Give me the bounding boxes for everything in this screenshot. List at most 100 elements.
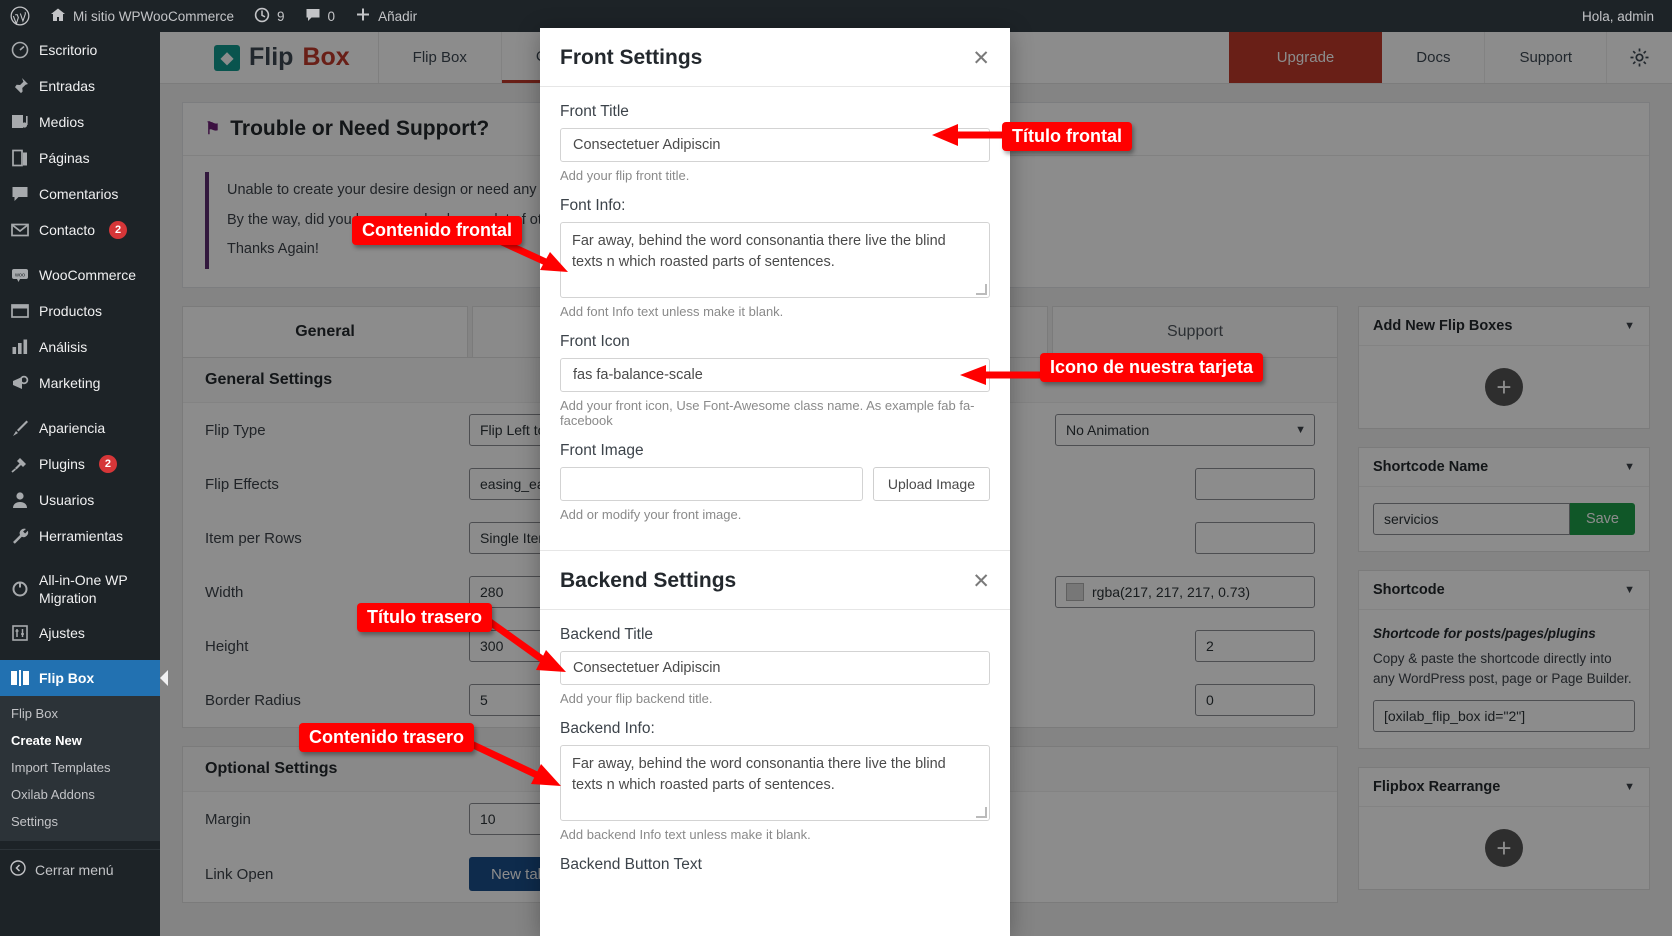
collapse-menu-label: Cerrar menú	[35, 861, 114, 878]
sidebar-item-label: Páginas	[39, 149, 90, 166]
sidebar-item-ajustes[interactable]: Ajustes	[0, 615, 160, 651]
sidebar-item-flip-box[interactable]: Flip Box	[0, 660, 168, 697]
sidebar-item-label: Herramientas	[39, 527, 124, 544]
sidebar-item-herramientas[interactable]: Herramientas	[0, 518, 160, 554]
comment-icon	[10, 184, 30, 204]
backend-info-textarea[interactable]: Far away, behind the word consonantia th…	[560, 745, 990, 821]
site-name-label: Mi sitio WPWooCommerce	[73, 8, 235, 24]
annotation-front-icon-label: Icono de nuestra tarjeta	[1040, 353, 1264, 382]
woo-icon: woo	[10, 265, 30, 285]
greeting-label: Hola, admin	[1581, 8, 1654, 24]
sidebar-item-contacto[interactable]: Contacto 2	[0, 212, 160, 248]
sidebar-item-escritorio[interactable]: Escritorio	[0, 32, 160, 68]
sidebar-item-label: All-in-One WP Migration	[39, 572, 128, 607]
sidebar-item-plugins[interactable]: Plugins 2	[0, 446, 160, 482]
front-title-help: Add your flip front title.	[560, 168, 690, 183]
brush-icon	[10, 418, 30, 438]
front-icon-label: Front Icon	[560, 333, 630, 350]
sidebar-item-apariencia[interactable]: Apariencia	[0, 410, 160, 446]
front-image-row: Upload Image	[560, 467, 990, 501]
wordpress-logo-button[interactable]	[0, 0, 40, 32]
submenu-item-create-new[interactable]: Create New	[0, 727, 160, 754]
annotation-front-title: Título frontal	[1002, 122, 1132, 151]
annotation-backend-content: Contenido trasero	[299, 723, 475, 752]
collapse-arrow-icon	[10, 860, 26, 879]
screen-root: Mi sitio WPWooCommerce 9 0 Añadir Hola, …	[0, 0, 1672, 936]
annotation-front-content: Contenido frontal	[352, 216, 522, 245]
account-menu[interactable]: Hola, admin	[1582, 9, 1672, 24]
site-name-button[interactable]: Mi sitio WPWooCommerce	[40, 0, 244, 32]
sidebar-separator	[0, 401, 160, 410]
sidebar-item-p-ginas[interactable]: Páginas	[0, 140, 160, 176]
user-icon	[10, 490, 30, 510]
sidebar-item-label: Ajustes	[39, 625, 85, 642]
submenu-item-flip-box[interactable]: Flip Box	[0, 700, 160, 727]
close-icon[interactable]: ✕	[972, 48, 990, 69]
front-image-input[interactable]	[560, 467, 863, 501]
sidebar-item-label: WooCommerce	[39, 266, 136, 283]
sidebar-item-label: Análisis	[39, 338, 88, 355]
admin-sidebar: Escritorio Entradas Medios Páginas Comentari…	[0, 32, 168, 936]
sidebar-item-usuarios[interactable]: Usuarios	[0, 482, 160, 518]
backend-info-help: Add backend Info text unless make it bla…	[560, 827, 811, 842]
updates-button[interactable]: 9	[244, 0, 295, 32]
sidebar-item-label: Contacto	[39, 221, 96, 238]
front-image-label: Front Image	[560, 442, 644, 459]
backend-settings-title: Backend Settings	[560, 569, 737, 592]
submenu-item-import-templates[interactable]: Import Templates	[0, 754, 160, 781]
submenu-item-settings[interactable]: Settings	[0, 808, 160, 835]
front-title-input[interactable]: Consectetuer Adipiscin	[560, 128, 990, 162]
collapse-menu-button[interactable]: Cerrar menú	[0, 849, 160, 889]
front-icon-input[interactable]: fas fa-balance-scale	[560, 358, 990, 392]
backend-title-input[interactable]: Consectetuer Adipiscin	[560, 651, 990, 685]
comments-count: 0	[327, 8, 336, 24]
backend-settings-header: Backend Settings ✕	[540, 551, 1010, 610]
backend-info-label: Backend Info:	[560, 720, 655, 737]
analytics-icon	[10, 337, 30, 357]
front-settings-body: Front Title Consectetuer Adipiscin Add y…	[540, 87, 1010, 530]
settings-modal: Front Settings ✕ Front Title Consectetue…	[540, 28, 1010, 936]
flipbox-submenu: Flip Box Create New Import Templates Oxilab…	[0, 696, 160, 842]
megaphone-icon	[10, 373, 30, 393]
close-icon[interactable]: ✕	[972, 571, 990, 592]
media-icon	[10, 112, 30, 132]
sidebar-item-comentarios[interactable]: Comentarios	[0, 176, 160, 212]
upload-image-button[interactable]: Upload Image	[872, 467, 990, 501]
sidebar-item-entradas[interactable]: Entradas	[0, 68, 160, 104]
sidebar-item-badge: 2	[98, 455, 117, 473]
new-content-button[interactable]: Añadir	[345, 0, 427, 32]
annotation-arrow-backend-title	[487, 619, 566, 672]
migration-icon	[10, 579, 30, 599]
backend-title-help: Add your flip backend title.	[560, 691, 713, 706]
annotation-backend-content-label: Contenido trasero	[299, 723, 475, 752]
sidebar-item-an-lisis[interactable]: Análisis	[0, 329, 160, 365]
submenu-item-oxilab-addons[interactable]: Oxilab Addons	[0, 781, 160, 808]
products-icon	[10, 301, 30, 321]
sidebar-item-medios[interactable]: Medios	[0, 104, 160, 140]
sidebar-separator	[0, 248, 160, 257]
updates-count: 9	[277, 8, 285, 24]
annotation-front-icon: Icono de nuestra tarjeta	[1040, 353, 1264, 382]
sidebar-item-label: Entradas	[39, 77, 96, 94]
annotation-front-content-label: Contenido frontal	[352, 216, 522, 245]
sidebar-item-label: Comentarios	[39, 185, 119, 202]
sidebar-item-label: Escritorio	[39, 41, 98, 58]
sidebar-item-label: Marketing	[39, 374, 101, 391]
font-info-textarea[interactable]: Far away, behind the word consonantia th…	[560, 222, 990, 298]
sidebar-item-woocommerce[interactable]: woo WooCommerce	[0, 257, 160, 293]
wrench-icon	[10, 526, 30, 546]
svg-text:woo: woo	[14, 273, 25, 279]
sidebar-item-all-in-one-wp-migration[interactable]: All-in-One WP Migration	[0, 563, 160, 615]
sidebar-item-productos[interactable]: Productos	[0, 293, 160, 329]
backend-title-label: Backend Title	[560, 626, 654, 643]
sidebar-item-badge: 2	[109, 221, 128, 239]
sidebar-separator	[0, 651, 160, 660]
sidebar-separator	[0, 554, 160, 563]
new-content-label: Añadir	[378, 8, 418, 24]
comment-bubble-icon	[305, 7, 321, 26]
comments-button[interactable]: 0	[295, 0, 346, 32]
sidebar-item-marketing[interactable]: Marketing	[0, 365, 160, 401]
sidebar-item-label: Plugins	[39, 455, 85, 472]
backend-settings-body: Backend Title Consectetuer Adipiscin Add…	[540, 610, 1010, 889]
front-settings-title: Front Settings	[560, 46, 703, 69]
